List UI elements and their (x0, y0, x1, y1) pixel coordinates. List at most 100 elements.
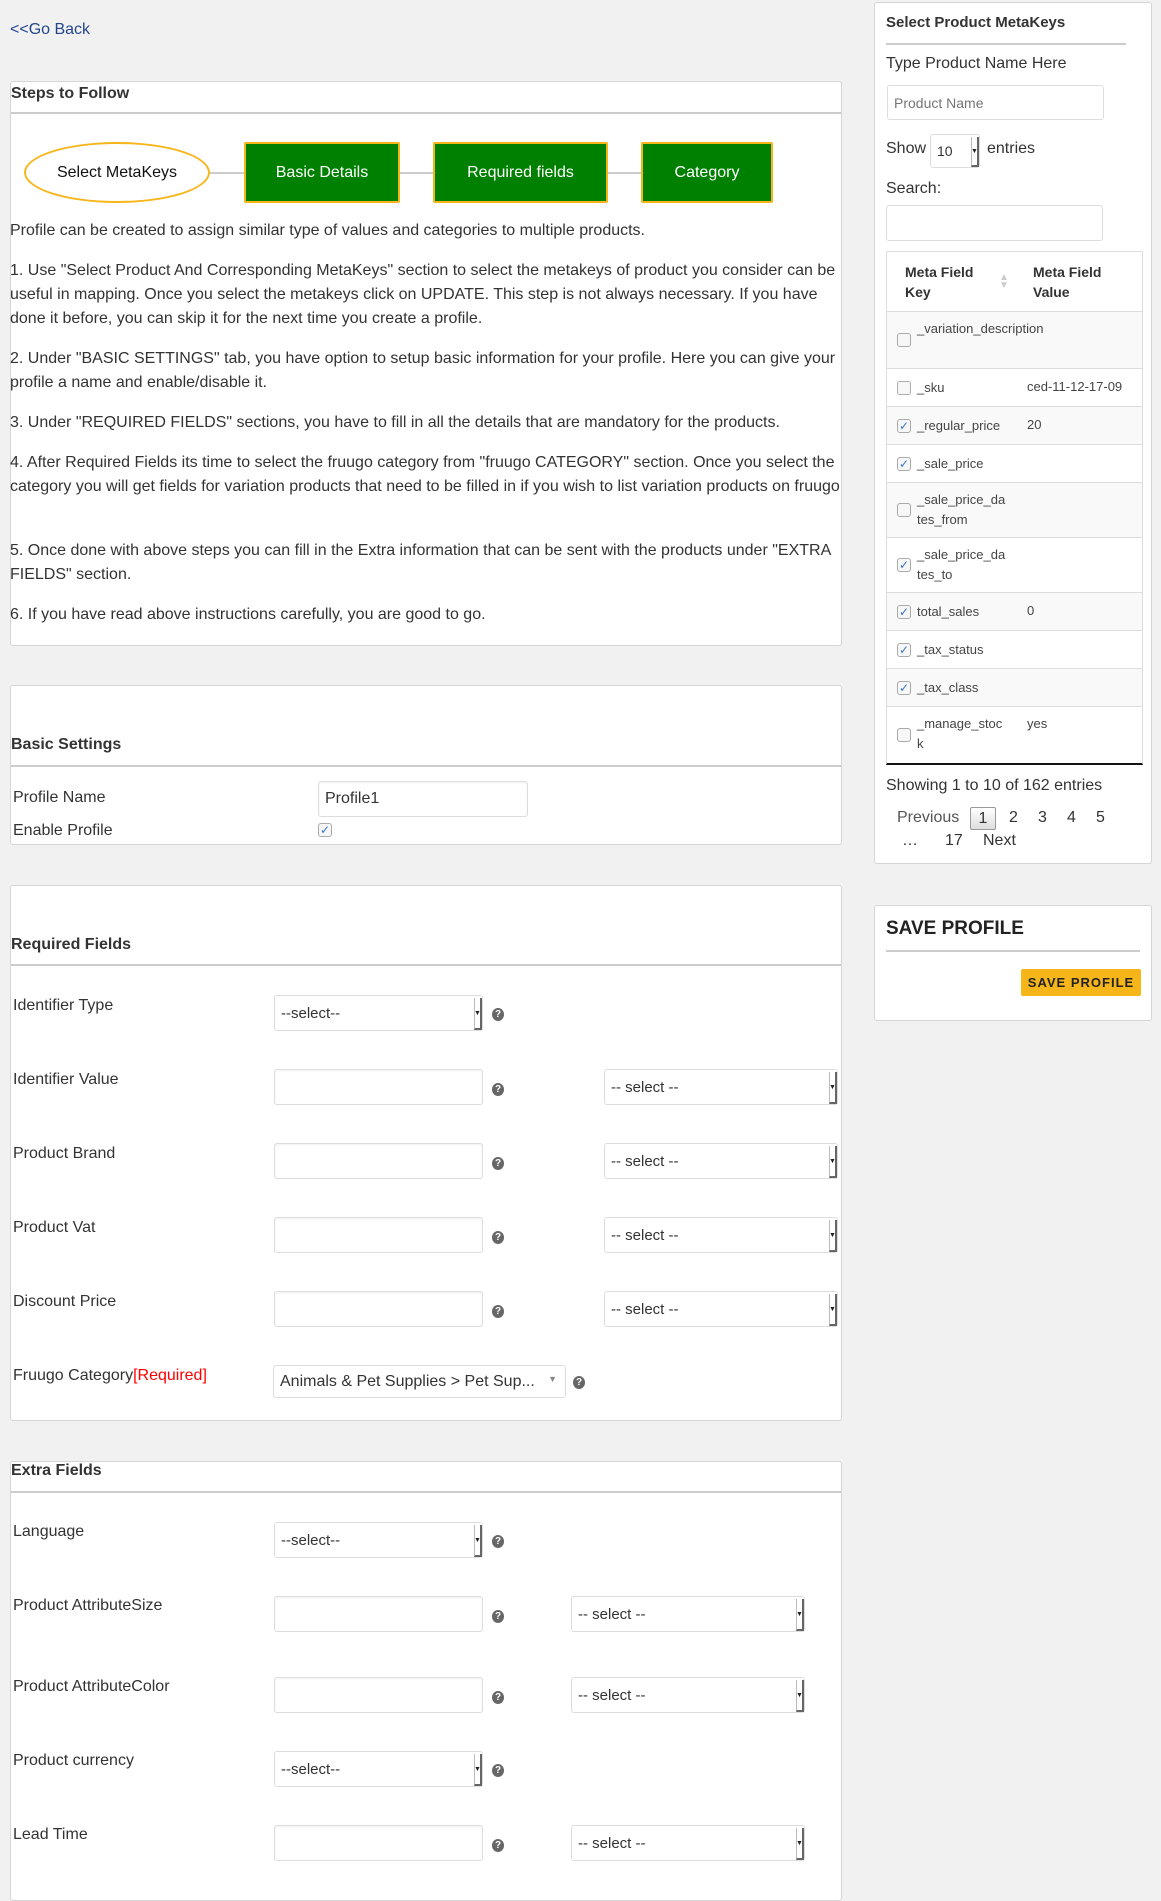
step-select-metakeys[interactable]: Select MetaKeys (24, 142, 210, 203)
divider (11, 112, 841, 114)
step-basic-details[interactable]: Basic Details (244, 142, 400, 203)
help-icon[interactable]: ? (573, 1376, 585, 1389)
product-brand-label: Product Brand (13, 1145, 116, 1162)
product-vat-input[interactable] (274, 1217, 483, 1253)
row-checkbox[interactable] (897, 333, 911, 347)
pagination-previous[interactable]: Previous (897, 809, 959, 827)
divider (11, 964, 841, 966)
pagination-next[interactable]: Next (983, 832, 1016, 850)
pagination-page-2[interactable]: 2 (1009, 809, 1018, 827)
product-vat-label: Product Vat (13, 1219, 96, 1236)
instruction-6: 6. If you have read above instructions c… (10, 606, 486, 623)
discount-price-input[interactable] (274, 1291, 483, 1327)
help-icon[interactable]: ? (492, 1305, 504, 1318)
table-row: ✓ _regular_price 20 (887, 406, 1142, 444)
enable-profile-checkbox[interactable]: ✓ (318, 823, 332, 837)
select-value: --select-- (281, 1004, 341, 1022)
table-row: _sku ced-11-12-17-09 (887, 368, 1142, 406)
table-row: ✓ total_sales 0 (887, 592, 1142, 630)
identifier-type-select[interactable]: --select-- ▼ (274, 995, 483, 1031)
table-row: _variation_description (887, 311, 1142, 368)
entries-select[interactable]: 10 ▼ (930, 134, 980, 168)
meta-key: _regular_price (917, 418, 1001, 433)
attribute-size-input[interactable] (274, 1596, 483, 1632)
product-name-input[interactable] (887, 85, 1104, 120)
row-checkbox[interactable]: ✓ (897, 558, 911, 572)
product-vat-select[interactable]: -- select -- ▼ (604, 1217, 838, 1253)
identifier-value-input[interactable] (274, 1069, 483, 1105)
row-checkbox[interactable] (897, 728, 911, 742)
table-row: ✓ _sale_price_dates_to (887, 537, 1142, 592)
product-currency-select[interactable]: --select-- ▼ (274, 1751, 483, 1787)
help-icon[interactable]: ? (492, 1157, 504, 1170)
help-icon[interactable]: ? (492, 1083, 504, 1096)
go-back-link[interactable]: <<Go Back (10, 21, 90, 39)
search-input[interactable] (886, 205, 1103, 241)
row-checkbox[interactable] (897, 381, 911, 395)
attribute-color-label: Product AttributeColor (13, 1678, 170, 1695)
profile-name-input[interactable]: Profile1 (318, 781, 528, 817)
metakeys-panel: Select Product MetaKeys Type Product Nam… (874, 2, 1152, 864)
pagination-page-5[interactable]: 5 (1096, 809, 1105, 827)
help-icon[interactable]: ? (492, 1691, 504, 1704)
select-value: -- select -- (611, 1300, 679, 1318)
product-brand-select[interactable]: -- select -- ▼ (604, 1143, 838, 1179)
attribute-color-input[interactable] (274, 1677, 483, 1713)
metakeys-title: Select Product MetaKeys (886, 14, 1066, 31)
row-checkbox[interactable]: ✓ (897, 681, 911, 695)
attribute-size-select[interactable]: -- select -- ▼ (571, 1596, 805, 1632)
language-select[interactable]: --select-- ▼ (274, 1522, 483, 1558)
row-checkbox[interactable]: ✓ (897, 457, 911, 471)
attribute-color-select[interactable]: -- select -- ▼ (571, 1677, 805, 1713)
attribute-size-label: Product AttributeSize (13, 1597, 163, 1614)
product-brand-input[interactable] (274, 1143, 483, 1179)
help-icon[interactable]: ? (492, 1764, 504, 1777)
dropdown-arrow-icon: ▼ (829, 1294, 837, 1326)
divider (886, 950, 1140, 952)
help-icon[interactable]: ? (492, 1008, 504, 1021)
identifier-value-label: Identifier Value (13, 1071, 119, 1088)
identifier-type-label: Identifier Type (13, 997, 114, 1014)
discount-price-select[interactable]: -- select -- ▼ (604, 1291, 838, 1327)
row-checkbox[interactable] (897, 503, 911, 517)
divider (11, 765, 841, 767)
search-label: Search: (886, 180, 942, 197)
lead-time-input[interactable] (274, 1825, 483, 1861)
identifier-value-select[interactable]: -- select -- ▼ (604, 1069, 838, 1105)
help-icon[interactable]: ? (492, 1610, 504, 1623)
row-checkbox[interactable]: ✓ (897, 605, 911, 619)
required-marker: [Required] (133, 1367, 207, 1384)
extra-fields-title: Extra Fields (11, 1462, 102, 1479)
language-label: Language (13, 1523, 85, 1540)
help-icon[interactable]: ? (492, 1231, 504, 1244)
col-header-key[interactable]: Meta Field Key (905, 262, 985, 302)
step-category[interactable]: Category (641, 142, 773, 203)
divider (11, 1491, 841, 1493)
meta-key: _sale_price_dates_to (917, 547, 1006, 582)
select-value: -- select -- (578, 1605, 646, 1623)
select-value: Animals & Pet Supplies > Pet Sup... (280, 1372, 535, 1390)
row-checkbox[interactable]: ✓ (897, 643, 911, 657)
pagination-page-17[interactable]: 17 (945, 832, 963, 850)
help-icon[interactable]: ? (492, 1839, 504, 1852)
step-connector (400, 172, 433, 174)
meta-key: _tax_status (917, 642, 984, 657)
help-icon[interactable]: ? (492, 1535, 504, 1548)
instruction-1: 1. Use "Select Product And Corresponding… (10, 262, 836, 327)
pagination-page-3[interactable]: 3 (1038, 809, 1047, 827)
type-product-label: Type Product Name Here (886, 55, 1067, 72)
row-checkbox[interactable]: ✓ (897, 419, 911, 433)
step-connector (608, 172, 641, 174)
save-profile-button[interactable]: SAVE PROFILE (1021, 969, 1141, 996)
lead-time-select[interactable]: -- select -- ▼ (571, 1825, 805, 1861)
select-value: -- select -- (578, 1834, 646, 1852)
meta-key: _manage_stock (917, 716, 1003, 751)
fruugo-category-select[interactable]: Animals & Pet Supplies > Pet Sup... ▼ (273, 1365, 566, 1398)
pagination-page-4[interactable]: 4 (1067, 809, 1076, 827)
product-currency-label: Product currency (13, 1752, 134, 1769)
pagination-page-1[interactable]: 1 (970, 807, 996, 830)
step-required-fields[interactable]: Required fields (433, 142, 608, 203)
steps-title: Steps to Follow (11, 85, 130, 102)
save-profile-title: SAVE PROFILE (886, 918, 1024, 939)
sort-icon[interactable]: ▲ ▼ (999, 273, 1009, 291)
